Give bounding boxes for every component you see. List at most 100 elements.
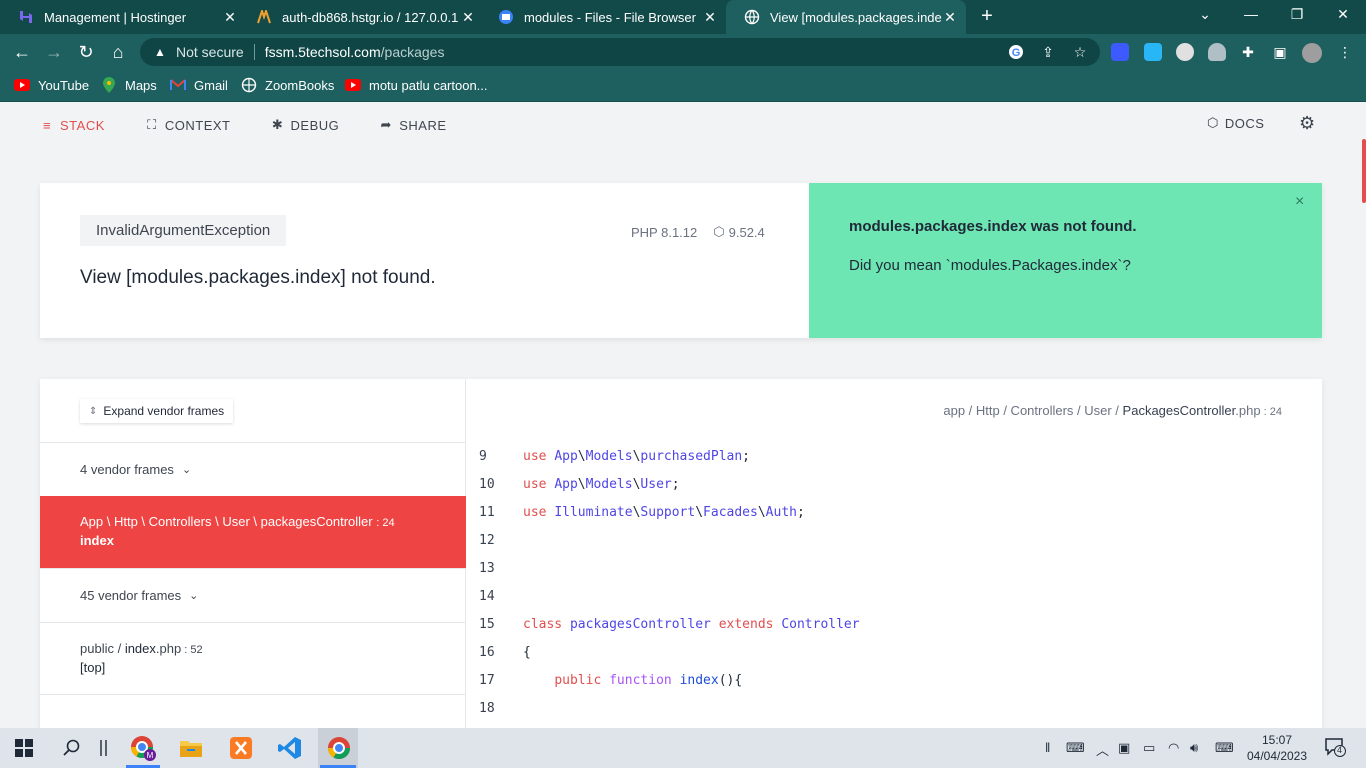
vendor-frames-group[interactable]: 45 vendor frames ⌄ [40, 568, 466, 622]
bug-icon: ✱ [271, 117, 284, 132]
tab-hostinger[interactable]: Management | Hostinger ✕ [0, 0, 246, 34]
restore-button[interactable]: ❐ [1286, 6, 1308, 23]
extension-icon[interactable] [1111, 43, 1129, 61]
security-tray-icon[interactable]: ▣ [1118, 740, 1130, 756]
speaker-icon[interactable]: 🔊︎ [1190, 740, 1198, 756]
chevron-down-icon: ⌄ [181, 464, 192, 476]
bookmark-maps[interactable]: Maps [101, 77, 157, 93]
bookmark-label: motu patlu cartoon... [369, 77, 488, 93]
forward-arrow-icon[interactable]: → [43, 41, 65, 63]
clock-time: 15:07 [1261, 733, 1293, 747]
notification-center[interactable]: 4 [1324, 737, 1346, 760]
extension-icon[interactable] [1176, 43, 1194, 61]
line-number: 12 [479, 532, 495, 548]
code-source: public function index(){ [554, 672, 743, 688]
chevron-up-icon[interactable]: ︿ [1096, 740, 1109, 759]
exception-class: InvalidArgumentException [80, 215, 287, 246]
stack-trace-card: ⇕ Expand vendor frames 4 vendor frames ⌄… [40, 379, 1322, 728]
system-clock[interactable]: 15:07 04/04/2023 [1244, 732, 1310, 764]
frame-line: : 52 [181, 644, 203, 656]
kebab-menu-icon[interactable]: ⋮ [1336, 44, 1354, 60]
tab-file-browser[interactable]: modules - Files - File Browser ✕ [480, 0, 726, 34]
tab-phpmyadmin[interactable]: auth-db868.hstgr.io / 127.0.0.1 / ✕ [238, 0, 484, 34]
tab-title: auth-db868.hstgr.io / 127.0.0.1 / [282, 9, 460, 25]
bookmark-motu-patlu[interactable]: motu patlu cartoon... [345, 77, 488, 93]
battery-icon[interactable]: ▭ [1143, 740, 1155, 756]
xampp-icon[interactable] [226, 733, 256, 763]
file-browser-icon [498, 9, 514, 25]
line-number: 11 [479, 504, 495, 520]
code-line: 17 public function index(){ [467, 666, 1322, 694]
reload-icon[interactable]: ↻ [75, 41, 97, 63]
frame-item[interactable]: public / index.php : 52 [top] [40, 622, 466, 694]
code-line: 13 [467, 554, 1322, 582]
side-panel-icon[interactable]: ▣ [1271, 44, 1289, 60]
warning-icon: ▲ [154, 45, 166, 59]
frame-selected[interactable]: App \ Http \ Controllers \ User \ packag… [40, 496, 466, 568]
expand-vendor-frames-button[interactable]: ⇕ Expand vendor frames [80, 399, 234, 423]
code-line: 11 use Illuminate\Support\Facades\Auth; [467, 498, 1322, 526]
google-icon[interactable]: G [1007, 44, 1025, 60]
close-icon[interactable]: × [1295, 193, 1304, 211]
bookmark-gmail[interactable]: Gmail [170, 77, 228, 93]
puzzle-icon[interactable]: ✚ [1239, 44, 1257, 60]
line-number: 17 [479, 672, 495, 688]
nav-context[interactable]: ⛶ CONTEXT [145, 115, 231, 135]
vendor-frames-group[interactable]: 4 vendor frames ⌄ [40, 442, 466, 496]
phpmyadmin-icon [256, 9, 272, 25]
chrome-profile-icon[interactable]: M [128, 733, 158, 763]
frame-path: public / index.php : 52 [80, 641, 466, 656]
wifi-icon[interactable]: ◠ [1168, 740, 1179, 756]
code-line: 16 { [467, 638, 1322, 666]
scrollbar[interactable] [1362, 139, 1366, 203]
close-tab-icon[interactable]: ✕ [460, 9, 476, 26]
tab-search-chevron-icon[interactable]: ⌄ [1194, 6, 1216, 23]
search-icon[interactable] [57, 733, 87, 763]
shield-extension-icon[interactable] [1208, 43, 1226, 61]
bookmark-youtube[interactable]: YouTube [14, 77, 89, 93]
chevron-down-icon: ⌄ [189, 590, 199, 602]
back-arrow-icon[interactable]: ← [11, 41, 33, 63]
extension-icon[interactable] [1144, 43, 1162, 61]
minimize-button[interactable]: — [1240, 6, 1262, 22]
close-tab-icon[interactable]: ✕ [942, 9, 958, 26]
line-number: 14 [479, 588, 495, 604]
close-tab-icon[interactable]: ✕ [222, 9, 238, 26]
security-label: Not secure [176, 44, 244, 60]
close-tab-icon[interactable]: ✕ [702, 9, 718, 26]
frame-path: App \ Http \ Controllers \ User \ packag… [80, 514, 466, 529]
close-window-button[interactable]: ✕ [1332, 6, 1354, 23]
windows-start-icon[interactable] [9, 733, 39, 763]
url-path: /packages [380, 44, 445, 60]
nav-stack[interactable]: ≡ STACK [40, 115, 105, 135]
input-method-icon[interactable]: ⌨ [1215, 740, 1234, 756]
code-line: 18 [467, 694, 1322, 722]
new-tab-button[interactable]: + [976, 6, 998, 28]
bookmark-zoombooks[interactable]: ZoomBooks [241, 77, 334, 93]
nav-docs[interactable]: ⬡ DOCS [1207, 115, 1264, 131]
keyboard-icon[interactable]: ⌨ [1066, 740, 1085, 756]
tray-divider: ‖ [1045, 740, 1051, 755]
code-line: 12 [467, 526, 1322, 554]
solution-title: modules.packages.index was not found. [849, 218, 1137, 235]
task-view-icon[interactable] [89, 733, 119, 763]
vscode-icon[interactable] [275, 733, 305, 763]
nav-debug[interactable]: ✱ DEBUG [271, 115, 340, 135]
file-explorer-icon[interactable] [176, 733, 206, 763]
vendor-frames-label: 4 vendor frames [80, 462, 174, 477]
gear-icon[interactable]: ⚙ [1299, 113, 1315, 134]
frame-line: : 24 [376, 517, 395, 529]
clock-date: 04/04/2023 [1246, 749, 1308, 763]
bookmark-star-icon[interactable]: ☆ [1071, 44, 1089, 60]
file-path: app / Http / Controllers / User / Packag… [943, 403, 1282, 418]
code-line: 15 class packagesController extends Cont… [467, 610, 1322, 638]
youtube-icon [14, 77, 30, 93]
frames-list: ⇕ Expand vendor frames 4 vendor frames ⌄… [40, 379, 466, 728]
address-bar[interactable]: ▲ Not secure fssm.5techsol.com /packages [140, 38, 1100, 66]
avatar[interactable] [1302, 43, 1322, 63]
share-icon[interactable]: ⇪ [1039, 44, 1057, 60]
tab-active-view-error[interactable]: View [modules.packages.index] n ✕ [726, 0, 966, 34]
nav-share[interactable]: ➦ SHARE [379, 115, 446, 135]
chrome-icon[interactable] [324, 733, 354, 763]
home-icon[interactable]: ⌂ [107, 41, 129, 63]
